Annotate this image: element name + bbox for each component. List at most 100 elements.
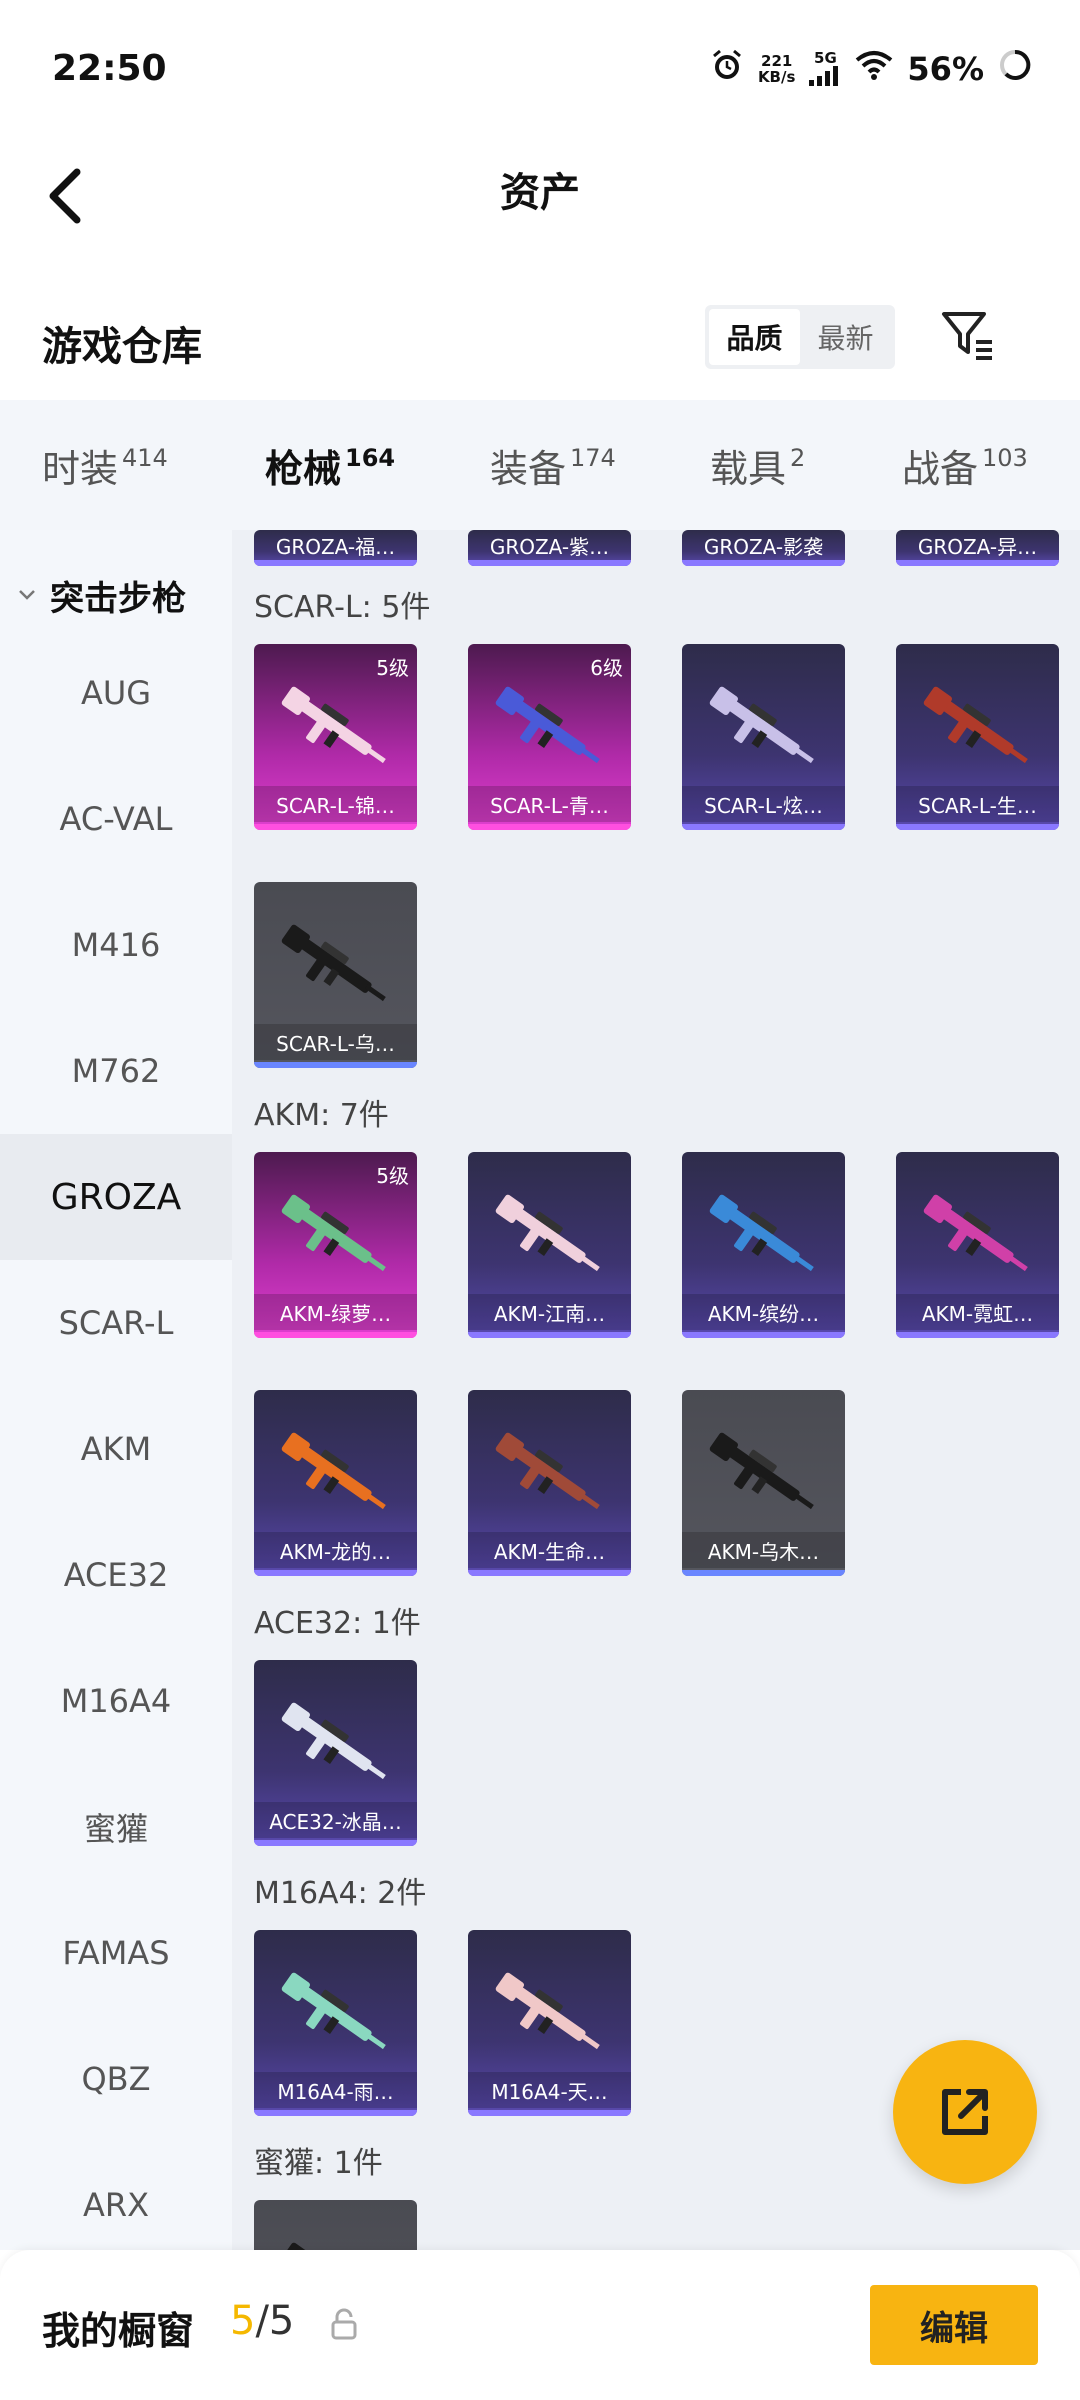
sidebar-item[interactable]: SCAR-L (0, 1260, 232, 1386)
page-title: 资产 (500, 170, 580, 216)
sidebar-item[interactable]: ARX (0, 2142, 232, 2250)
gun-image (495, 1194, 600, 1272)
network-type: 5G (809, 50, 841, 89)
weapon-card[interactable]: ACE32-冰晶… (254, 1660, 417, 1846)
category-tabs: 时装 414 枪械 164 装备 174 载具 2 战备 103 (0, 400, 1080, 543)
gun-image (281, 1194, 386, 1272)
status-icons: 221 KB/s 5G 56% (710, 48, 1032, 90)
level-badge: 5级 (376, 1164, 409, 1188)
battery-percent: 56% (907, 50, 984, 88)
weapon-name: GROZA-影袭 (703, 534, 824, 559)
filter-button[interactable] (938, 306, 998, 366)
alarm-icon (710, 48, 744, 90)
weapon-card[interactable]: AKM-霓虹… (896, 1152, 1059, 1338)
weapon-card[interactable]: AKM-缤纷… (682, 1152, 845, 1338)
status-bar: 22:50 221 KB/s 5G 56% (0, 0, 1080, 140)
gun-image (709, 1194, 814, 1272)
gun-image (281, 1972, 386, 2050)
weapon-name: AKM-绿萝… (254, 1294, 417, 1330)
weapon-card[interactable]: 5级 AKM-绿萝… (254, 1152, 417, 1338)
edit-button[interactable]: 编辑 (870, 2285, 1038, 2365)
sidebar-item[interactable]: M762 (0, 1008, 232, 1134)
gun-image (495, 1972, 600, 2050)
weapon-card[interactable]: SCAR-L-生… (896, 644, 1059, 830)
sidebar-item[interactable]: FAMAS (0, 1890, 232, 2016)
weapon-name: GROZA-福… (275, 534, 396, 559)
weapon-name: GROZA-异… (917, 534, 1038, 559)
weapon-name: M16A4-雨… (254, 2072, 417, 2108)
weapon-name: AKM-生命… (468, 1532, 631, 1568)
weapon-name: AKM-龙的… (254, 1532, 417, 1568)
weapon-name: AKM-霓虹… (896, 1294, 1059, 1330)
app-header: 资产 (0, 140, 1080, 270)
weapon-card[interactable]: SCAR-L-乌… (254, 882, 417, 1068)
sidebar-item[interactable]: AKM (0, 1386, 232, 1512)
weapon-name: ACE32-冰晶… (254, 1802, 417, 1838)
showcase-bar: 我的橱窗 5/5 编辑 (0, 2250, 1080, 2400)
gun-image (923, 686, 1028, 764)
sidebar-item[interactable]: GROZA (0, 1134, 232, 1260)
weapon-name: GROZA-紫… (489, 534, 610, 559)
weapon-name: AKM-乌木… (682, 1532, 845, 1568)
section-title: ACE32: 1件 (254, 1606, 421, 1641)
section-title: SCAR-L: 5件 (254, 590, 431, 625)
level-badge: 6级 (590, 656, 623, 680)
tab-equipment[interactable]: 装备 174 (490, 438, 616, 493)
sidebar-item[interactable]: 蜜獾 (0, 1764, 232, 1890)
weapon-card[interactable]: GROZA-紫… (468, 530, 631, 566)
weapon-name: SCAR-L-炫… (682, 786, 845, 822)
section-title: 蜜獾: 1件 (254, 2146, 383, 2181)
tab-fashion[interactable]: 时装 414 (42, 438, 168, 493)
sort-quality[interactable]: 品质 (709, 309, 800, 365)
weapon-card[interactable]: SCAR-L-炫… (682, 644, 845, 830)
weapon-card[interactable]: GROZA-福… (254, 530, 417, 566)
section-title: AKM: 7件 (254, 1098, 389, 1133)
gun-image (495, 1432, 600, 1510)
weapon-card[interactable]: 5级 SCAR-L-锦… (254, 644, 417, 830)
weapon-card[interactable]: 6级 SCAR-L-青… (468, 644, 631, 830)
status-time: 22:50 (52, 48, 167, 89)
weapon-card[interactable]: GROZA-异… (896, 530, 1059, 566)
weapon-card[interactable]: M16A4-雨… (254, 1930, 417, 2116)
weapon-card[interactable]: AKM-乌木… (682, 1390, 845, 1576)
lock-icon (331, 2308, 357, 2340)
weapon-card[interactable]: AKM-龙的… (254, 1390, 417, 1576)
tab-vehicles[interactable]: 载具 2 (710, 438, 805, 493)
weapon-card[interactable]: AKM-生命… (468, 1390, 631, 1576)
sidebar-item[interactable]: QBZ (0, 2016, 232, 2142)
sidebar-item[interactable]: AC-VAL (0, 756, 232, 882)
warehouse-bar: 游戏仓库 品质 最新 (0, 290, 1080, 400)
weapon-name: SCAR-L-青… (468, 786, 631, 822)
sidebar-item[interactable]: M416 (0, 882, 232, 1008)
weapon-sidebar: 突击步枪 AUG AC-VAL M416 M762 GROZA SCAR-L AKM ACE3… (0, 530, 232, 2250)
showcase-count: 5/5 (230, 2298, 295, 2344)
sidebar-item[interactable]: AUG (0, 630, 232, 756)
showcase-label: 我的橱窗 (42, 2309, 195, 2353)
network-speed: 221 KB/s (757, 52, 796, 86)
gun-image (709, 686, 814, 764)
weapon-card[interactable]: M16A4-天… (468, 1930, 631, 2116)
weapon-name: AKM-江南… (468, 1294, 631, 1330)
sidebar-item[interactable]: ACE32 (0, 1512, 232, 1638)
weapon-card[interactable]: AKM-江南… (468, 1152, 631, 1338)
weapon-name: SCAR-L-乌… (254, 1024, 417, 1060)
gun-image (709, 1432, 814, 1510)
tab-supplies[interactable]: 战备 103 (902, 438, 1028, 493)
gun-image (281, 2242, 372, 2250)
share-icon (942, 2089, 988, 2135)
sidebar-category-header[interactable]: 突击步枪 (0, 560, 232, 630)
gun-image (281, 1702, 386, 1780)
weapon-grid: GROZA-福… GROZA-紫… GROZA-影袭 GROZA-异… SCAR-L: … (232, 530, 1080, 2250)
level-badge: 5级 (376, 656, 409, 680)
share-button[interactable] (893, 2040, 1037, 2184)
weapon-name: M16A4-天… (468, 2072, 631, 2108)
sidebar-item[interactable]: M16A4 (0, 1638, 232, 1764)
weapon-name: SCAR-L-生… (896, 786, 1059, 822)
gun-image (495, 686, 600, 764)
gun-image (923, 1194, 1028, 1272)
sort-toggle: 品质 最新 (705, 305, 895, 369)
sort-newest[interactable]: 最新 (800, 309, 891, 365)
tab-guns[interactable]: 枪械 164 (265, 438, 395, 543)
weapon-card[interactable] (254, 2200, 417, 2250)
weapon-card[interactable]: GROZA-影袭 (682, 530, 845, 566)
